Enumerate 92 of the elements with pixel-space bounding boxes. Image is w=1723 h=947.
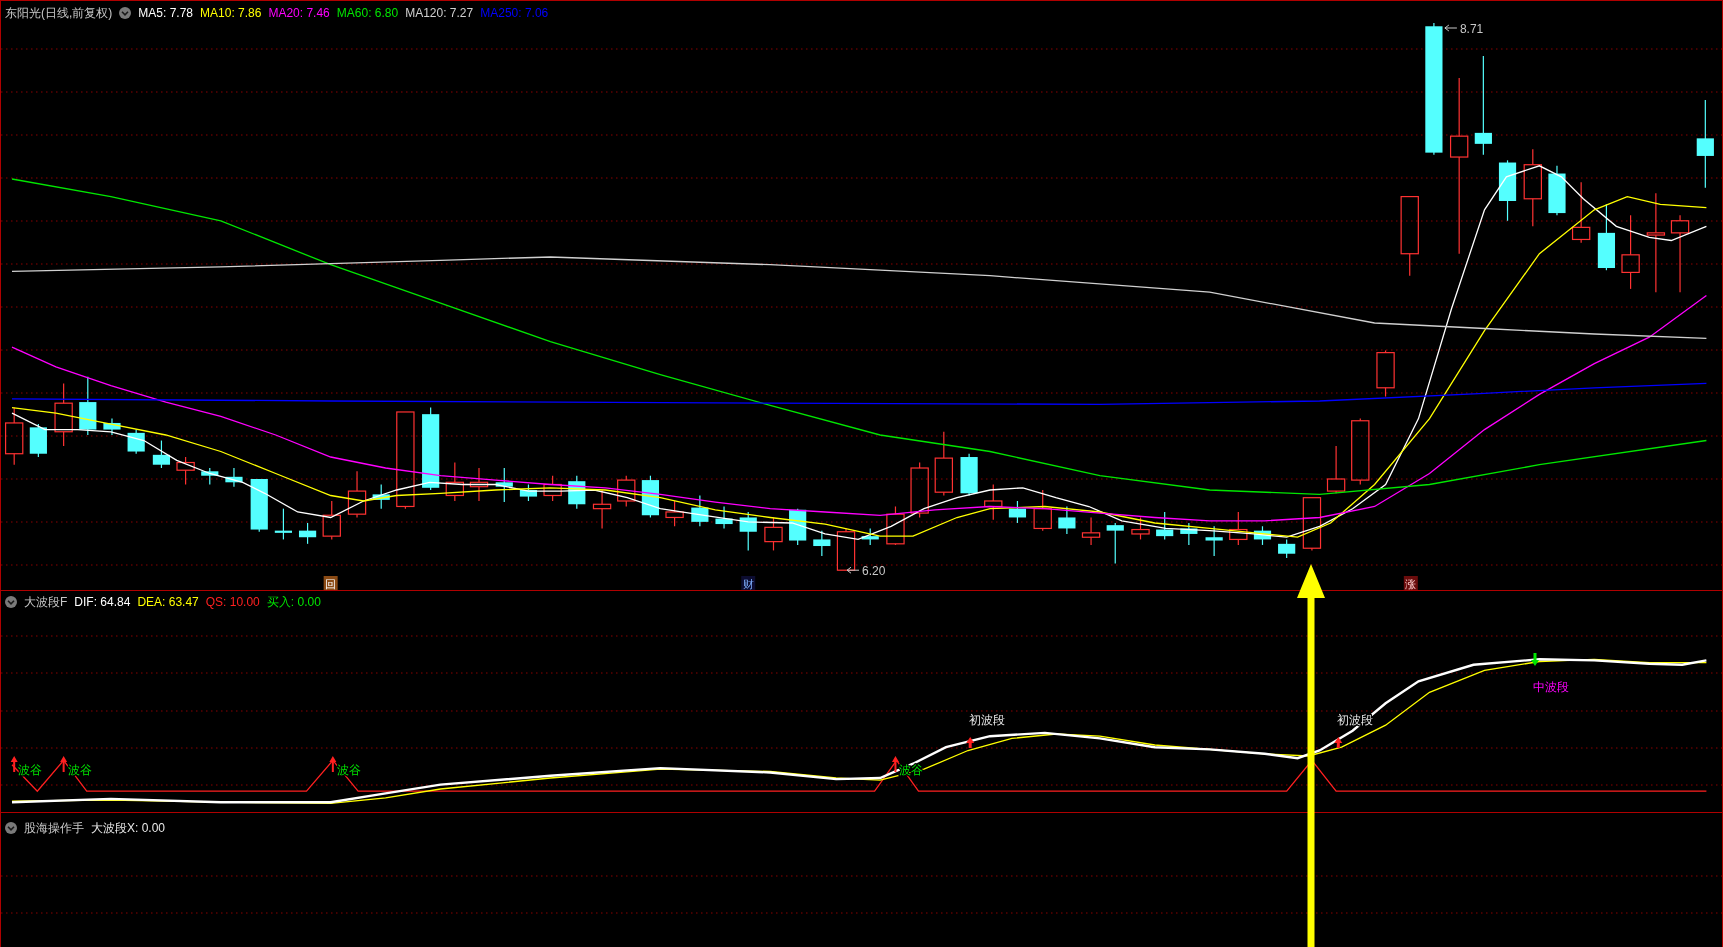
candlestick — [592, 489, 612, 530]
candlestick — [1033, 489, 1052, 532]
candlestick — [836, 527, 856, 571]
indicator-title: 大波段F — [24, 595, 68, 609]
up-arrow-icon — [10, 756, 18, 772]
chart-title: 东阳光(日线,前复权) — [5, 6, 113, 20]
candlestick — [665, 500, 684, 527]
down-arrow-icon — [1531, 653, 1539, 666]
up-arrow-icon — [966, 737, 975, 748]
moving-average-value: MA60: 6.80 — [336, 6, 399, 20]
candlestick — [1597, 203, 1615, 271]
candlestick — [322, 500, 341, 541]
moving-average-value: MA5: 7.78 — [138, 6, 194, 20]
candlestick — [201, 467, 219, 486]
dropdown-icon[interactable] — [5, 822, 17, 834]
indicator-value: QS: 10.00 — [205, 595, 260, 609]
moving-average-value: MA120: 7.27 — [405, 6, 474, 20]
moving-average-value: MA250: 7.06 — [480, 6, 549, 20]
candlestick — [1131, 516, 1150, 541]
candlestick — [1548, 165, 1566, 216]
candlestick — [372, 483, 390, 510]
candlestick — [739, 511, 757, 552]
candlestick — [1180, 522, 1198, 546]
candlestick — [445, 461, 465, 502]
candlestick — [1571, 181, 1591, 244]
event-marker[interactable]: 财 — [741, 576, 756, 590]
candlestick — [29, 423, 47, 458]
indicator-value: DEA: 63.47 — [137, 595, 199, 609]
candlestick — [1278, 538, 1296, 559]
candlestick — [543, 475, 562, 502]
signal-label: 中波段 — [1533, 680, 1570, 694]
indicator-value: 大波段X: 0.00 — [91, 821, 166, 835]
candlestick — [1229, 511, 1248, 546]
signal-label: 波谷 — [18, 763, 43, 777]
left-arrow-icon — [846, 566, 860, 574]
moving-average-value: MA20: 7.46 — [268, 6, 330, 20]
up-arrow-icon — [1334, 737, 1343, 748]
candlestick — [274, 508, 292, 541]
candlestick — [934, 431, 953, 497]
candlestick — [1058, 505, 1076, 535]
signal-label: 初波段 — [968, 713, 1005, 727]
candlestick — [250, 478, 268, 533]
up-arrow-icon — [60, 756, 68, 772]
candlestick — [5, 406, 24, 466]
candlestick — [641, 475, 659, 519]
candlestick — [910, 461, 929, 519]
candlestick — [568, 475, 586, 510]
candlestick — [1253, 525, 1272, 546]
event-marker[interactable]: 涨 — [1403, 576, 1418, 590]
candlestick — [469, 467, 489, 502]
candlestick — [127, 428, 145, 455]
candlestick — [960, 453, 978, 497]
price-label: 8.71 — [1459, 22, 1484, 36]
candlestick — [1106, 522, 1124, 565]
up-arrow-icon — [891, 756, 899, 772]
candlestick — [1156, 511, 1174, 541]
candlestick — [299, 522, 317, 545]
candlestick — [1302, 497, 1322, 552]
indicator-value: 买入: 0.00 — [266, 595, 321, 609]
indicator-title: 股海操作手 — [24, 821, 84, 835]
up-arrow-icon — [329, 756, 337, 772]
candlestick — [984, 483, 1003, 521]
indicator-value: DIF: 64.84 — [74, 595, 131, 609]
moving-average-value: MA10: 7.86 — [200, 6, 262, 20]
left-arrow-icon — [1444, 24, 1458, 32]
candlestick — [347, 470, 367, 519]
candlestick — [1498, 159, 1517, 222]
candlestick — [813, 530, 831, 557]
price-label: 6.20 — [862, 564, 886, 579]
candlestick — [617, 475, 636, 508]
dropdown-icon[interactable] — [5, 596, 17, 608]
dropdown-icon[interactable] — [119, 7, 132, 19]
candlestick — [1376, 349, 1395, 398]
candlestick — [764, 516, 783, 552]
candlestick — [691, 494, 709, 527]
candlestick — [1351, 417, 1370, 486]
candlestick — [79, 376, 97, 436]
candlestick — [861, 527, 879, 546]
candlestick — [886, 505, 905, 546]
candlestick — [519, 483, 538, 502]
candlestick — [152, 439, 171, 469]
candlestick — [1081, 516, 1101, 546]
candlestick — [103, 417, 121, 436]
candlestick — [715, 505, 733, 530]
candlestick — [176, 456, 195, 486]
candlestick — [1008, 500, 1027, 524]
event-marker[interactable]: 回 — [323, 576, 338, 590]
candlestick — [495, 467, 513, 503]
candlestick — [54, 382, 73, 447]
candlestick — [1205, 525, 1223, 557]
candlestick — [1326, 445, 1346, 494]
candlestick — [225, 467, 243, 488]
